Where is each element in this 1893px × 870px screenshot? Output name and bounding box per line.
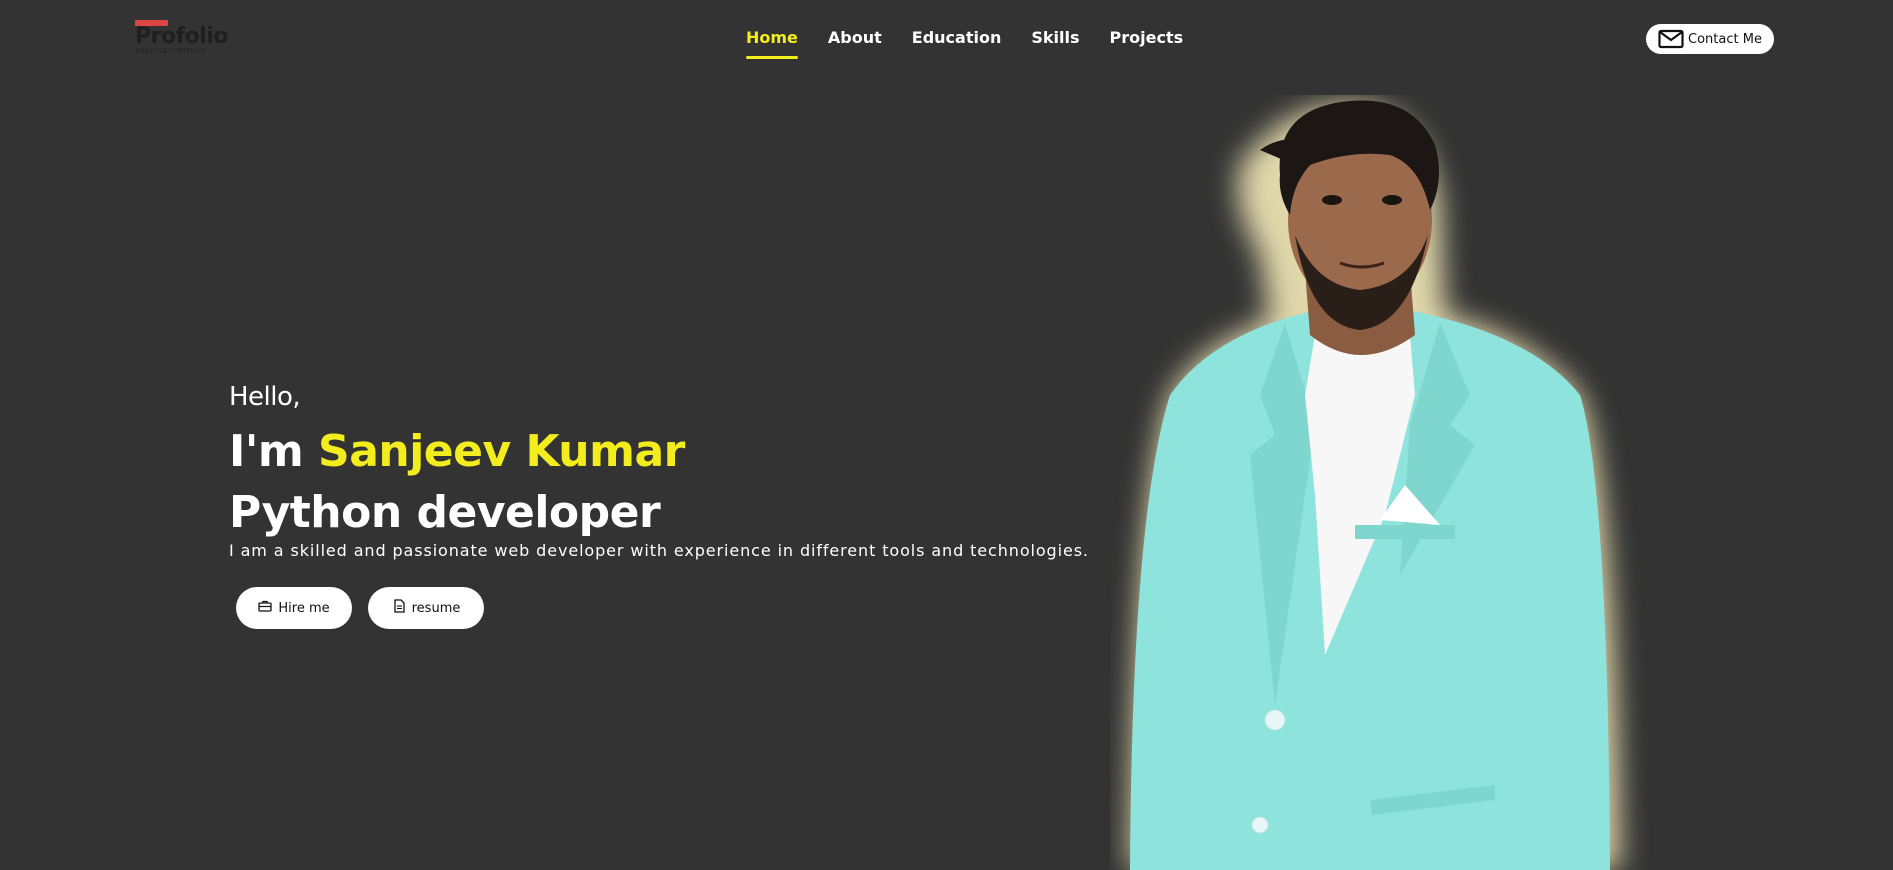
brand-logo[interactable]: Profolio CREATIVE PORTFOLIO (135, 20, 230, 56)
hero-intro-prefix: I'm (229, 426, 319, 477)
document-icon (393, 598, 405, 613)
resume-button[interactable]: resume (368, 587, 484, 629)
hero-intro: I'm Sanjeev Kumar (229, 426, 685, 477)
hero-greeting: Hello, (229, 382, 301, 412)
profile-portrait (1130, 100, 1620, 870)
hire-me-label: Hire me (278, 600, 330, 616)
nav-skills[interactable]: Skills (1031, 28, 1079, 47)
nav-education[interactable]: Education (912, 28, 1002, 47)
hero-description: I am a skilled and passionate web develo… (229, 541, 1089, 560)
contact-me-button[interactable]: Contact Me (1646, 24, 1774, 54)
briefcase-icon (258, 600, 273, 612)
nav-home[interactable]: Home (746, 28, 798, 59)
resume-label: resume (411, 600, 461, 616)
hero-role: Python developer (229, 487, 661, 538)
nav-about[interactable]: About (828, 28, 882, 47)
hero-name: Sanjeev Kumar (318, 426, 685, 477)
main-nav: Home About Education Skills Projects (746, 28, 1213, 59)
hire-me-button[interactable]: Hire me (236, 587, 352, 629)
logo-tagline: CREATIVE PORTFOLIO (136, 48, 207, 55)
logo-name: Profolio (135, 24, 228, 49)
mail-icon (1658, 29, 1684, 49)
nav-projects[interactable]: Projects (1110, 28, 1184, 47)
contact-me-label: Contact Me (1688, 31, 1762, 47)
